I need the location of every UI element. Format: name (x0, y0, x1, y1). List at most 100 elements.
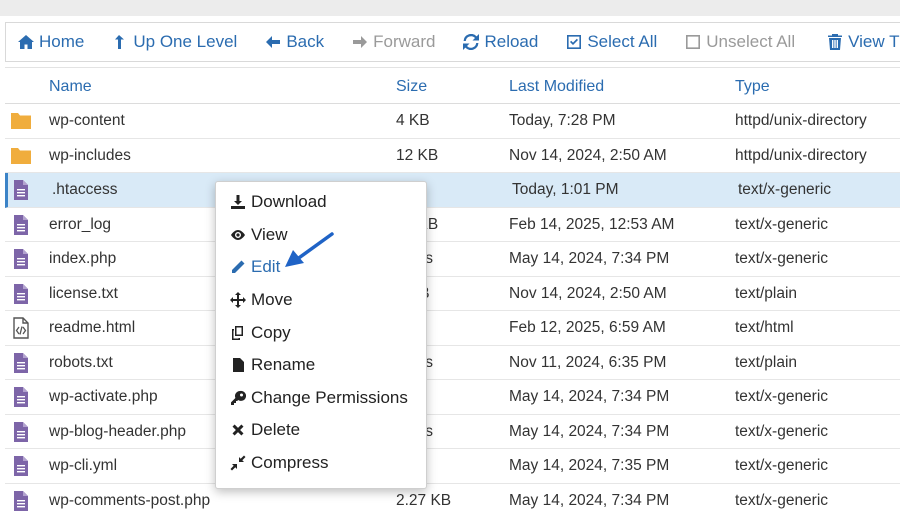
menu-item-label: Move (251, 290, 293, 310)
file-size: 12 KB (396, 146, 439, 164)
file-table: Name Size Last Modified Type wp-content 4… (5, 67, 900, 515)
table-row[interactable]: wp-content 4 KB Today, 7:28 PM httpd/unix-d… (5, 104, 900, 139)
menu-item-compress[interactable]: Compress (216, 447, 426, 480)
table-row[interactable]: wp-blog-header.phpbytesMay 14, 2024, 7:3… (5, 415, 900, 449)
table-row[interactable]: wp-includes 12 KB Nov 14, 2024, 2:50 AM htt… (5, 139, 900, 173)
menu-item-download[interactable]: Download (216, 186, 426, 219)
file-last-modified: Nov 14, 2024, 2:50 AM (509, 146, 667, 164)
file-text-icon (10, 386, 32, 408)
menu-item-label: Compress (251, 453, 329, 473)
download-icon (231, 195, 245, 210)
home-icon (18, 35, 34, 49)
checkbox-empty-icon (686, 35, 701, 49)
unselect-all-button[interactable]: Unselect All (685, 32, 795, 52)
top-strip (0, 0, 900, 16)
table-row[interactable]: wp-cli.ymlytesMay 14, 2024, 7:35 PMtext/… (5, 449, 900, 484)
menu-item-delete[interactable]: Delete (216, 414, 426, 447)
table-row[interactable]: readme.htmlKBFeb 12, 2025, 6:59 AMtext/h… (5, 311, 900, 346)
column-header-name[interactable]: Name (49, 78, 92, 96)
copy-icon (232, 325, 243, 340)
file-text-icon (10, 352, 32, 374)
file-name: robots.txt (49, 353, 113, 371)
file-type: text/html (735, 319, 794, 336)
column-header-last-modified[interactable]: Last Modified (509, 78, 604, 96)
home-button[interactable]: Home (18, 32, 84, 52)
refresh-icon (463, 34, 480, 50)
file-type: httpd/unix-directory (735, 112, 867, 129)
file-last-modified: Nov 14, 2024, 2:50 AM (509, 284, 667, 302)
file-name: .htaccess (52, 181, 118, 198)
table-row[interactable]: robots.txtbytesNov 11, 2024, 6:35 PMtext… (5, 346, 900, 380)
file-name: wp-activate.php (49, 388, 158, 405)
file-type: text/plain (735, 284, 798, 302)
file-type: text/x-generic (738, 181, 832, 198)
trash-icon (828, 34, 843, 50)
menu-item-label: Change Permissions (251, 387, 408, 407)
back-button[interactable]: Back (265, 32, 324, 52)
table-row[interactable]: error_log97 KBFeb 14, 2025, 12:53 AMtext… (5, 208, 900, 242)
file-type: text/x-generic (735, 491, 829, 509)
file-name: wp-cli.yml (49, 457, 118, 474)
menu-item-move[interactable]: Move (216, 284, 426, 317)
select-all-button[interactable]: Select All (566, 32, 657, 52)
file-type: text/x-generic (735, 422, 829, 440)
file-last-modified: Feb 12, 2025, 6:59 AM (509, 319, 666, 336)
file-text-icon (10, 490, 32, 512)
arrow-right-icon (353, 36, 368, 48)
file-last-modified: May 14, 2024, 7:34 PM (509, 422, 670, 440)
menu-item-label: Delete (251, 420, 301, 440)
menu-item-rename[interactable]: Rename (216, 349, 426, 382)
table-row[interactable]: wp-activate.phpKBMay 14, 2024, 7:34 PMte… (5, 380, 900, 415)
file-last-modified: Today, 1:01 PM (512, 181, 619, 198)
file-text-icon (10, 214, 32, 236)
file-name: wp-includes (49, 146, 131, 164)
view-trash-button[interactable]: View Trash (827, 32, 900, 52)
file-last-modified: May 14, 2024, 7:35 PM (509, 457, 670, 474)
table-row[interactable]: license.txt5 KBNov 14, 2024, 2:50 AMtext… (5, 277, 900, 311)
file-name: readme.html (49, 319, 136, 336)
move-icon (230, 292, 246, 309)
level-up-icon (115, 35, 125, 49)
menu-item-label: Rename (251, 355, 316, 375)
forward-button[interactable]: Forward (352, 32, 435, 52)
file-name: wp-blog-header.php (49, 422, 187, 440)
file-type: text/x-generic (735, 250, 829, 267)
file-last-modified: May 14, 2024, 7:34 PM (509, 491, 670, 509)
menu-item-label: Download (251, 192, 327, 212)
file-type: text/x-generic (735, 457, 829, 474)
up-one-level-button[interactable]: Up One Level (112, 32, 237, 52)
menu-item-copy[interactable]: Copy (216, 316, 426, 349)
menu-item-label: Edit (251, 257, 281, 277)
times-icon (232, 424, 244, 436)
checkbox-checked-icon (567, 35, 582, 49)
folder-icon (10, 145, 32, 167)
file-last-modified: Today, 7:28 PM (509, 112, 616, 129)
table-row[interactable]: wp-comments-post.php 2.27 KB May 14, 2024,… (5, 484, 900, 515)
file-type: text/x-generic (735, 388, 829, 405)
reload-button[interactable]: Reload (463, 32, 538, 52)
file-manager-toolbar: Home Up One Level Back Forward Reload Se… (5, 22, 900, 62)
file-last-modified: May 14, 2024, 7:34 PM (509, 250, 670, 267)
file-text-icon (10, 179, 32, 201)
column-header-type[interactable]: Type (735, 78, 770, 96)
menu-item-change-permissions[interactable]: Change Permissions (216, 382, 426, 415)
table-header: Name Size Last Modified Type (5, 67, 900, 104)
file-size: 2.27 KB (396, 491, 452, 509)
file-name: index.php (49, 250, 117, 267)
file-text-icon (10, 421, 32, 443)
file-text-icon (10, 283, 32, 305)
pencil-icon (231, 260, 245, 275)
compress-icon (230, 455, 246, 471)
file-name: license.txt (49, 284, 118, 302)
table-row[interactable]: .htaccessKBToday, 1:01 PMtext/x-generic (5, 173, 900, 208)
file-last-modified: Nov 11, 2024, 6:35 PM (509, 353, 667, 371)
file-last-modified: May 14, 2024, 7:34 PM (509, 388, 670, 405)
file-type: text/x-generic (735, 215, 829, 233)
context-menu: Download View Edit Move Copy Rename Change Per… (215, 181, 427, 489)
column-header-size[interactable]: Size (396, 78, 427, 96)
file-type: text/plain (735, 353, 798, 371)
table-row[interactable]: index.phpbytesMay 14, 2024, 7:34 PMtext/… (5, 242, 900, 277)
file-name: wp-content (49, 112, 125, 129)
table-body: wp-content 4 KB Today, 7:28 PM httpd/unix-d… (5, 104, 900, 515)
file-text-icon (10, 455, 32, 477)
